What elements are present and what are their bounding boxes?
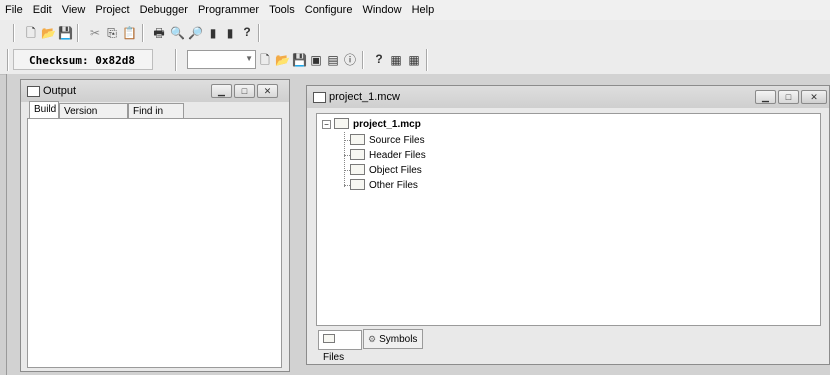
new-project-icon[interactable]: 🗋 <box>258 53 272 67</box>
toolbar-separator <box>258 24 260 42</box>
info-icon[interactable]: ⓘ <box>343 53 357 67</box>
tab-files[interactable]: Files <box>318 330 362 363</box>
open-folder-icon[interactable]: 📂 <box>41 26 56 40</box>
window-icon <box>313 92 326 103</box>
standard-toolbar: 🗋 📂 💾 ✂ ⎘ 📋 🖶 🔍 🔎 ▮ ▮ ? <box>0 20 830 47</box>
tree-item-source-files[interactable]: Source Files <box>344 134 425 147</box>
bookmark-icon[interactable]: ▮ <box>206 26 220 40</box>
save-icon[interactable]: 💾 <box>58 26 73 40</box>
open-project-icon[interactable]: 📂 <box>275 53 290 67</box>
menu-tools[interactable]: Tools <box>264 0 300 17</box>
toolbar-separator <box>362 51 364 69</box>
minimize-button[interactable]: ▁ <box>755 90 776 104</box>
folder-icon <box>350 149 365 160</box>
tree-item-object-files[interactable]: Object Files <box>344 164 422 177</box>
project-titlebar: project_1.mcw ▁ □ ✕ <box>307 86 829 108</box>
maximize-button[interactable]: □ <box>778 90 799 104</box>
menu-help[interactable]: Help <box>407 0 440 17</box>
window-icon <box>27 86 40 97</box>
toolbar-separator <box>7 49 9 71</box>
build-all-icon[interactable]: ▦ <box>389 53 403 67</box>
output-titlebar: Output ▁ □ ✕ <box>21 80 289 102</box>
folder-icon <box>350 179 365 190</box>
minimize-button[interactable]: ▁ <box>211 84 232 98</box>
output-text-area[interactable] <box>27 118 282 368</box>
toolbar-separator <box>77 24 79 42</box>
make-icon[interactable]: ▦ <box>407 53 421 67</box>
folder-icon <box>350 164 365 175</box>
close-button[interactable]: ✕ <box>257 84 278 98</box>
tree-root[interactable]: − project_1.mcp <box>322 118 421 131</box>
toolbar-separator <box>13 24 15 42</box>
tab-version-control[interactable]: Version Control <box>59 103 128 133</box>
output-title: Output <box>43 85 77 97</box>
toolbar-separator <box>142 24 144 42</box>
toolbar-separator <box>175 49 177 71</box>
close-button[interactable]: ✕ <box>801 90 827 104</box>
cut-icon[interactable]: ✂ <box>88 26 102 40</box>
menu-bar: File Edit View Project Debugger Programmer Too… <box>0 0 830 21</box>
checksum-display: Checksum: 0x82d8 <box>13 49 153 70</box>
project-properties-icon[interactable]: ▤ <box>326 53 340 67</box>
symbols-icon: ⚙ <box>368 334 377 344</box>
print-icon[interactable]: 🖶 <box>152 26 166 40</box>
toolbar-separator <box>426 49 428 71</box>
menu-programmer[interactable]: Programmer <box>193 0 264 17</box>
window-controls: ▁ □ ✕ <box>209 84 278 98</box>
save-project-icon[interactable]: 💾 <box>292 53 307 67</box>
find-in-files-icon[interactable]: 🔎 <box>188 26 203 40</box>
collapse-icon[interactable]: − <box>322 120 331 130</box>
menu-edit[interactable]: Edit <box>28 0 57 17</box>
paste-icon[interactable]: 📋 <box>122 26 137 40</box>
tab-symbols[interactable]: ⚙ Symbols <box>363 329 423 349</box>
help-icon[interactable]: ? <box>240 25 254 39</box>
tree-item-header-files[interactable]: Header Files <box>344 149 426 162</box>
tab-find-in-files[interactable]: Find in Files <box>128 103 184 133</box>
build-config-dropdown[interactable]: ▼ <box>187 50 256 69</box>
project-file-name: project_1.mcp <box>353 119 421 131</box>
folder-icon <box>323 333 335 343</box>
menu-debugger[interactable]: Debugger <box>135 0 193 17</box>
project-build-icon[interactable]: ▣ <box>309 53 323 67</box>
help-icon[interactable]: ? <box>372 52 386 66</box>
menu-configure[interactable]: Configure <box>300 0 358 17</box>
copy-icon[interactable]: ⎘ <box>105 26 119 40</box>
project-icon <box>334 118 349 129</box>
tab-build[interactable]: Build <box>29 101 59 119</box>
bookmark-next-icon[interactable]: ▮ <box>223 26 237 40</box>
menu-file[interactable]: File <box>0 0 28 17</box>
tree-item-other-files[interactable]: Other Files <box>344 179 418 192</box>
find-icon[interactable]: 🔍 <box>170 26 185 40</box>
project-title: project_1.mcw <box>329 91 400 103</box>
new-file-icon[interactable]: 🗋 <box>24 26 38 40</box>
menu-view[interactable]: View <box>57 0 91 17</box>
window-controls: ▁ □ ✕ <box>753 90 827 104</box>
menu-window[interactable]: Window <box>357 0 406 17</box>
chevron-down-icon: ▼ <box>245 54 253 63</box>
folder-icon <box>350 134 365 145</box>
menu-project[interactable]: Project <box>90 0 134 17</box>
maximize-button[interactable]: □ <box>234 84 255 98</box>
